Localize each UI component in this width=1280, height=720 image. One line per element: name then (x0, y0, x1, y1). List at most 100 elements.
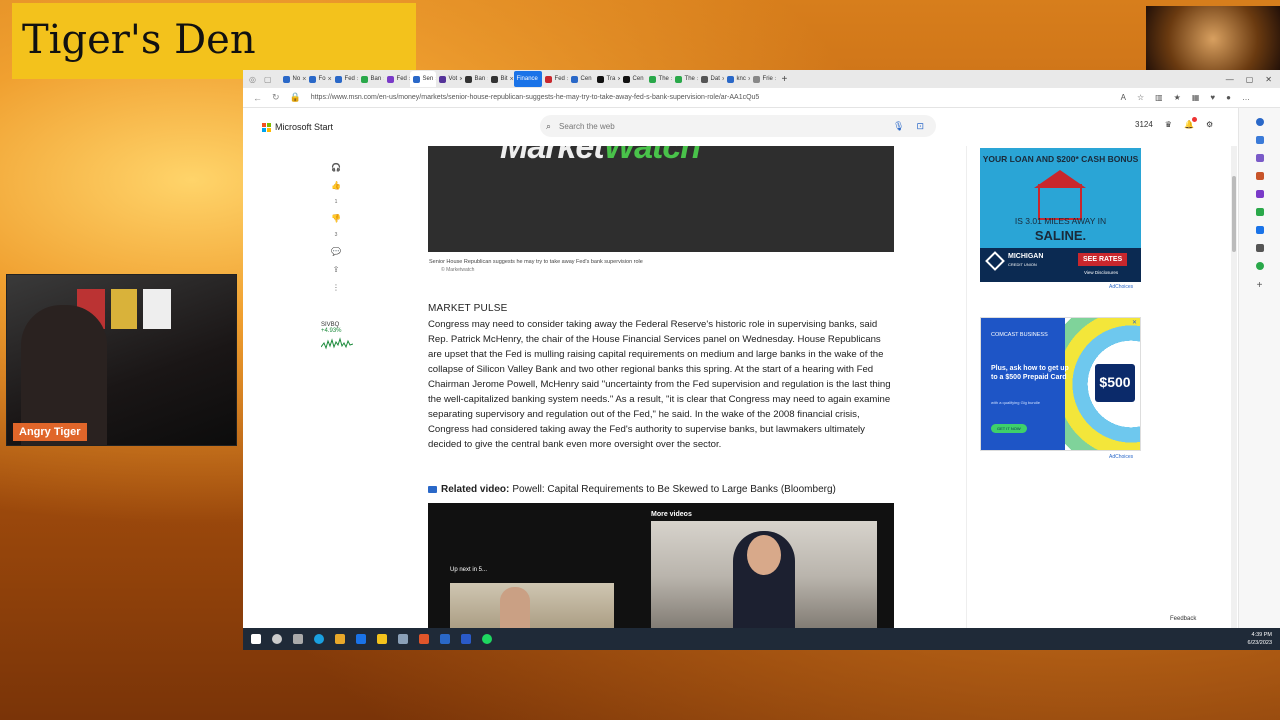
notifications-icon[interactable]: 🔔 (1184, 117, 1197, 129)
more-menu-icon[interactable]: … (1242, 93, 1250, 102)
microphone-icon[interactable]: 🎙 (893, 121, 904, 132)
adchoices-link[interactable]: AdChoices (1109, 284, 1133, 290)
browser-tab[interactable]: Tra × (594, 71, 620, 87)
spotify-icon[interactable] (482, 634, 492, 644)
tab-group-finance[interactable]: Finance (513, 71, 542, 87)
back-icon[interactable]: ← (253, 93, 262, 103)
related-video-link[interactable]: Related video: Powell: Capital Requireme… (428, 484, 836, 495)
settings-gear-icon[interactable]: ⚙ (1206, 120, 1213, 129)
scrollbar-thumb[interactable] (1232, 176, 1236, 252)
app-icon[interactable] (440, 634, 450, 644)
add-sidebar-app-icon[interactable]: + (1257, 280, 1263, 291)
browser-tab[interactable]: Fed× (384, 71, 410, 87)
browser-tab[interactable]: Cen× (568, 71, 594, 87)
browser-menu-icon[interactable]: ◎ (249, 75, 256, 84)
video-player[interactable]: Up next in 5... More videos (428, 503, 894, 630)
search-input[interactable]: ⌕ Search the web 🎙 ⊡ (540, 115, 936, 137)
tab-label: Cen (580, 76, 592, 82)
comcast-ad[interactable]: COMCAST BUSINESS Plus, ask how to get up… (980, 317, 1141, 451)
file-explorer-icon[interactable] (377, 634, 387, 644)
share-icon[interactable]: ⇪ (333, 266, 340, 274)
browser-tab[interactable]: Fo × (306, 71, 332, 87)
tools-icon[interactable] (1255, 172, 1264, 180)
rewards-icon[interactable]: ♛ (1165, 120, 1172, 129)
circle-app-icon[interactable] (1255, 262, 1264, 270)
stock-ticker-card[interactable]: SIVBQ +4.93% (321, 322, 353, 351)
url-field[interactable]: https://www.msn.com/en-us/money/markets/… (311, 94, 1111, 101)
refresh-icon[interactable]: ↻ (272, 92, 280, 103)
system-clock[interactable]: 4:39 PM 6/23/2023 (1248, 631, 1272, 647)
get-it-now-button[interactable]: GET IT NOW (991, 424, 1027, 433)
browser-tab[interactable]: Vot × (436, 71, 462, 87)
browser-tab[interactable]: The× (646, 71, 672, 87)
more-options-icon[interactable]: ⋮ (332, 284, 340, 292)
search-taskbar-icon[interactable] (272, 634, 282, 644)
m365-icon[interactable] (1255, 208, 1264, 216)
store-icon[interactable] (335, 634, 345, 644)
word-icon[interactable] (461, 634, 471, 644)
profile-avatar[interactable]: ● (1226, 93, 1231, 102)
shopping-icon[interactable] (1255, 154, 1264, 162)
comment-icon[interactable]: 💬 (331, 248, 341, 256)
visual-search-icon[interactable]: ⊡ (916, 121, 924, 132)
browser-tab[interactable]: Sen× (409, 71, 436, 87)
ad-distance: IS 3.01 MILES AWAY IN (1014, 216, 1107, 226)
msn-logo[interactable]: Microsoft Start (262, 122, 333, 132)
browser-tab[interactable]: Bit × (488, 71, 514, 87)
maximize-button[interactable]: ▢ (1246, 75, 1254, 84)
tab-label: Finance (516, 76, 538, 82)
dislike-icon[interactable]: 👎 (331, 215, 341, 223)
read-aloud-icon[interactable]: A (1121, 93, 1126, 102)
ad-close-icon[interactable]: ✕ (1132, 319, 1137, 326)
like-icon[interactable]: 👍 (331, 182, 341, 190)
tab-favicon-icon (726, 75, 734, 83)
task-view-icon[interactable] (293, 634, 303, 644)
ad-promo: Plus, ask how to get up to a $500 Prepai… (991, 365, 1069, 381)
start-button-icon[interactable] (251, 634, 261, 644)
games-icon[interactable] (1255, 190, 1264, 198)
collections-icon[interactable]: ▦ (1192, 93, 1200, 102)
edge-taskbar-icon[interactable] (314, 634, 324, 644)
browser-tab[interactable]: The× (672, 71, 698, 87)
rewards-points[interactable]: 3124 (1135, 120, 1153, 129)
brave-icon[interactable] (419, 634, 429, 644)
close-window-button[interactable]: ✕ (1265, 75, 1272, 84)
image-source: © Marketwatch (441, 267, 475, 273)
tab-close-icon[interactable]: × (775, 76, 776, 83)
browser-tab[interactable]: Dat× (698, 71, 724, 87)
outlook-icon[interactable] (1255, 226, 1264, 234)
minimize-button[interactable]: — (1226, 75, 1234, 84)
page-scrollbar[interactable] (1231, 146, 1237, 630)
drop-icon[interactable] (1255, 244, 1264, 252)
more-videos-label[interactable]: More videos (651, 511, 692, 518)
browser-tab[interactable]: Frie× (750, 71, 776, 87)
listen-icon[interactable]: 🎧 (331, 164, 341, 172)
extensions-icon[interactable]: ♥ (1210, 93, 1215, 102)
browser-tab[interactable]: Cen× (620, 71, 646, 87)
browser-tab[interactable]: Fed× (332, 71, 358, 87)
tab-actions-icon[interactable]: ▢ (264, 75, 272, 84)
tab-close-icon[interactable]: × (510, 76, 514, 83)
disclosures-link[interactable]: View Disclosures (1084, 270, 1118, 275)
favorites-icon[interactable]: ★ (1174, 93, 1181, 102)
favorite-star-icon[interactable]: ☆ (1137, 93, 1144, 102)
copilot-icon[interactable] (1255, 118, 1264, 126)
browser-tab[interactable]: knc× (724, 71, 750, 87)
video-thumbnail[interactable] (651, 521, 877, 630)
browser-tab[interactable]: Fed× (542, 71, 568, 87)
split-screen-icon[interactable]: ▥ (1155, 93, 1163, 102)
credit-union-ad[interactable]: YOUR LOAN AND $200* CASH BONUS IS 3.01 M… (980, 148, 1141, 282)
browser-tab[interactable]: No × (280, 71, 306, 87)
calculator-icon[interactable] (398, 634, 408, 644)
mail-icon[interactable] (356, 634, 366, 644)
new-tab-button[interactable]: + (782, 74, 788, 85)
feedback-button[interactable]: Feedback (1170, 616, 1196, 622)
search-sidebar-icon[interactable] (1255, 136, 1264, 144)
up-next-thumbnail[interactable] (450, 583, 614, 630)
see-rates-button[interactable]: SEE RATES (1078, 253, 1128, 266)
related-prefix: Related video: (441, 484, 510, 495)
adchoices-link[interactable]: AdChoices (1109, 454, 1133, 460)
tab-favicon-icon (334, 75, 342, 83)
browser-tab[interactable]: Ban× (358, 71, 384, 87)
browser-tab[interactable]: Ban× (462, 71, 488, 87)
